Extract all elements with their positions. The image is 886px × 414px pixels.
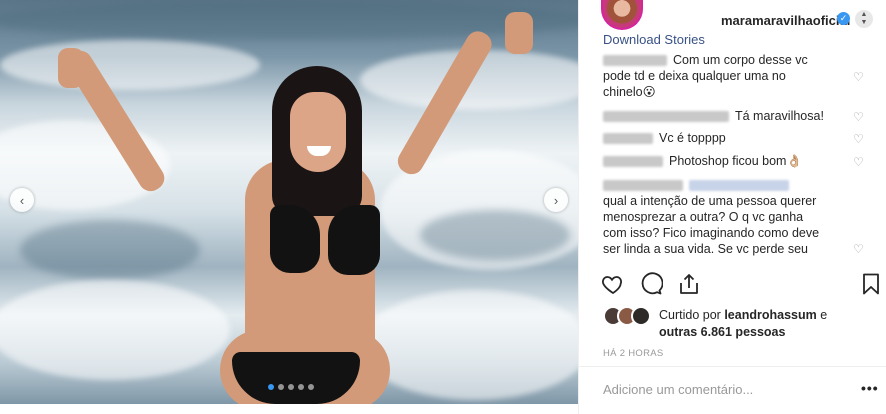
comment-item: Photoshop ficou bom👌🏼 <box>603 153 861 169</box>
post-side-panel: maramaravilhaoficial ✓ ▲ ▼ Download Stori… <box>578 0 886 414</box>
carousel-dot <box>298 384 304 390</box>
like-comment-heart-icon[interactable]: ♡ <box>853 132 864 146</box>
carousel-dot <box>278 384 284 390</box>
post-username[interactable]: maramaravilhaoficial <box>721 13 850 28</box>
avatar[interactable] <box>601 0 643 30</box>
carousel-dot <box>268 384 274 390</box>
carousel-prev-button[interactable]: ‹ <box>10 188 34 212</box>
likes-count-link[interactable]: outras 6.861 pessoas <box>659 325 785 339</box>
like-comment-heart-icon[interactable]: ♡ <box>853 155 864 169</box>
post-actions <box>601 272 701 296</box>
like-button[interactable] <box>601 272 625 296</box>
divider <box>579 366 886 367</box>
likes-prefix: Curtido por <box>659 308 721 322</box>
carousel-next-button[interactable]: › <box>544 188 568 212</box>
avatar[interactable] <box>631 306 651 326</box>
carousel-dot <box>308 384 314 390</box>
like-comment-heart-icon[interactable]: ♡ <box>853 242 864 256</box>
comment-bubble-icon <box>641 272 663 295</box>
verified-badge-icon: ✓ <box>837 12 850 25</box>
bikini-bottom <box>232 352 360 404</box>
carousel-dot <box>288 384 294 390</box>
blurred-username[interactable] <box>603 180 683 192</box>
share-upload-icon <box>680 274 698 294</box>
post-timestamp[interactable]: HÁ 2 HORAS <box>603 348 664 359</box>
person-face <box>290 92 346 172</box>
carousel-indicator <box>268 384 314 390</box>
bikini-top <box>270 205 320 273</box>
download-stories-link[interactable]: Download Stories <box>603 32 705 47</box>
like-comment-heart-icon[interactable]: ♡ <box>853 110 864 124</box>
liker-username[interactable]: leandrohassum <box>724 308 816 322</box>
post-header: maramaravilhaoficial ✓ ▲ ▼ Download Stori… <box>579 0 886 52</box>
comments-list: Com um corpo desse vc pode td e deixa qu… <box>579 52 886 260</box>
post-photo[interactable]: ‹ › <box>0 0 578 404</box>
like-comment-heart-icon[interactable]: ♡ <box>853 70 864 84</box>
share-button[interactable] <box>677 272 701 296</box>
likes-conjunction: e <box>820 308 828 322</box>
blurred-username[interactable] <box>603 156 663 168</box>
bookmark-icon <box>863 273 879 295</box>
comment-input[interactable]: Adicione um comentário... <box>603 382 753 397</box>
blurred-username[interactable] <box>603 111 729 123</box>
comment-item: Vc é topppp <box>603 130 861 146</box>
more-options-button[interactable]: ••• <box>861 380 879 396</box>
comment-item: Com um corpo desse vc pode td e deixa qu… <box>603 53 808 99</box>
comment-button[interactable] <box>639 272 663 296</box>
liker-avatars <box>603 306 655 326</box>
comment-item: qual a intenção de uma pessoa querer men… <box>603 177 861 257</box>
switch-arrows-icon[interactable]: ▲ ▼ <box>855 10 873 28</box>
heart-icon <box>602 276 622 295</box>
blurred-mention[interactable] <box>689 180 789 192</box>
comment-item: Tá maravilhosa! <box>603 108 861 124</box>
save-button[interactable] <box>859 272 883 296</box>
blurred-username[interactable] <box>603 55 667 67</box>
blurred-username[interactable] <box>603 133 653 145</box>
